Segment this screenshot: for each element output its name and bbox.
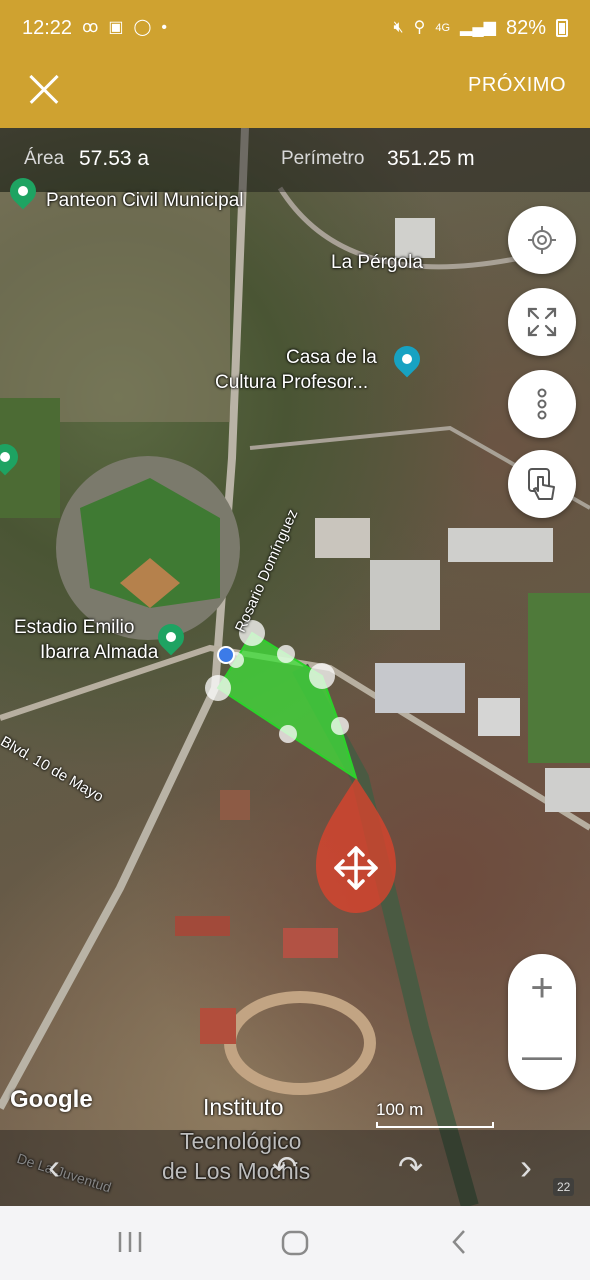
building (375, 663, 465, 713)
system-nav-bar (0, 1206, 590, 1280)
app-bar: PRÓXIMO (0, 56, 590, 128)
area-label: Área (24, 148, 65, 169)
scale-label: 100 m (376, 1100, 424, 1119)
voicemail-icon: ꝏ (82, 19, 99, 36)
move-icon (334, 846, 378, 890)
polygon-vertex[interactable] (309, 663, 335, 689)
building (315, 518, 370, 558)
chevron-left-icon[interactable]: ‹ (48, 1146, 60, 1188)
whatsapp-icon: ◯ (133, 19, 152, 36)
network-type: 4G (435, 21, 451, 34)
home-icon[interactable] (281, 1230, 309, 1261)
zoom-control: + — (508, 954, 576, 1090)
polygon-vertex[interactable] (331, 717, 349, 735)
building (478, 698, 520, 736)
perimeter-value: 351.25 m (387, 147, 475, 170)
close-icon[interactable] (22, 68, 66, 112)
map-base-layer (0, 128, 590, 1206)
expand-icon (527, 307, 557, 337)
building (175, 916, 230, 936)
next-button[interactable]: PRÓXIMO (468, 74, 566, 97)
zoom-out-button[interactable]: — (508, 1022, 576, 1090)
google-logo: Google (10, 1086, 93, 1113)
area-value: 57.53 a (79, 147, 150, 170)
battery-percent: 82% (505, 16, 546, 39)
polygon-vertex[interactable] (205, 675, 231, 701)
signal-icon: ▂▄▆ (460, 19, 496, 36)
page-badge: 22 (553, 1178, 575, 1196)
dot-icon: • (161, 19, 167, 36)
status-right: 🔇︎ ⚲ 4G ▂▄▆ 82% (394, 17, 568, 40)
hand-pointer-icon (528, 468, 555, 500)
my-location-dot (217, 646, 235, 664)
building (545, 768, 590, 812)
place-label-estadio-1[interactable]: Estadio Emilio (14, 617, 134, 640)
back-icon[interactable] (450, 1228, 468, 1261)
building (448, 528, 553, 562)
place-label-instituto-1[interactable]: Instituto (203, 1094, 284, 1122)
battery-icon (556, 19, 568, 37)
location-icon: ⚲ (413, 19, 426, 36)
cemetery-area (0, 192, 230, 422)
mute-icon: 🔇︎ (393, 19, 404, 36)
more-vertical-icon (537, 388, 547, 420)
gallery-icon: ▣ (108, 19, 124, 36)
map-view[interactable]: Área 57.53 a Perímetro 351.25 m Panteon … (0, 128, 590, 1206)
building (283, 928, 338, 958)
building (200, 1008, 236, 1044)
perimeter-label: Perímetro (281, 148, 365, 169)
more-options-button[interactable] (508, 370, 576, 438)
undo-icon[interactable]: ↶ (272, 1150, 297, 1185)
place-label-casa-1[interactable]: Casa de la (286, 347, 377, 370)
building (220, 790, 250, 820)
place-label-pergola[interactable]: La Pérgola (331, 252, 423, 275)
polygon-vertex[interactable] (277, 645, 295, 663)
status-left: 12:22 ꝏ ▣ ◯ • (22, 17, 167, 40)
running-track (224, 991, 376, 1095)
place-label-casa-2[interactable]: Cultura Profesor... (215, 372, 368, 395)
crosshair-icon (528, 226, 556, 254)
recents-icon[interactable] (117, 1230, 143, 1259)
locate-button[interactable] (508, 206, 576, 274)
redo-icon[interactable]: ↷ (398, 1150, 423, 1185)
scale-bar (376, 1122, 494, 1128)
fullscreen-button[interactable] (508, 288, 576, 356)
zoom-in-button[interactable]: + (508, 954, 576, 1022)
right-field (528, 593, 590, 763)
status-bar: 12:22 ꝏ ▣ ◯ • 🔇︎ ⚲ 4G ▂▄▆ 82% (0, 0, 590, 56)
place-label-estadio-2[interactable]: Ibarra Almada (40, 642, 158, 665)
place-label-panteon[interactable]: Panteon Civil Municipal (46, 190, 244, 213)
measurement-bar: Área 57.53 a Perímetro 351.25 m (0, 128, 590, 192)
polygon-vertex[interactable] (279, 725, 297, 743)
chevron-right-icon[interactable]: › (520, 1146, 532, 1188)
status-time: 12:22 (22, 16, 73, 39)
building (370, 560, 440, 630)
touch-mode-button[interactable] (508, 450, 576, 518)
